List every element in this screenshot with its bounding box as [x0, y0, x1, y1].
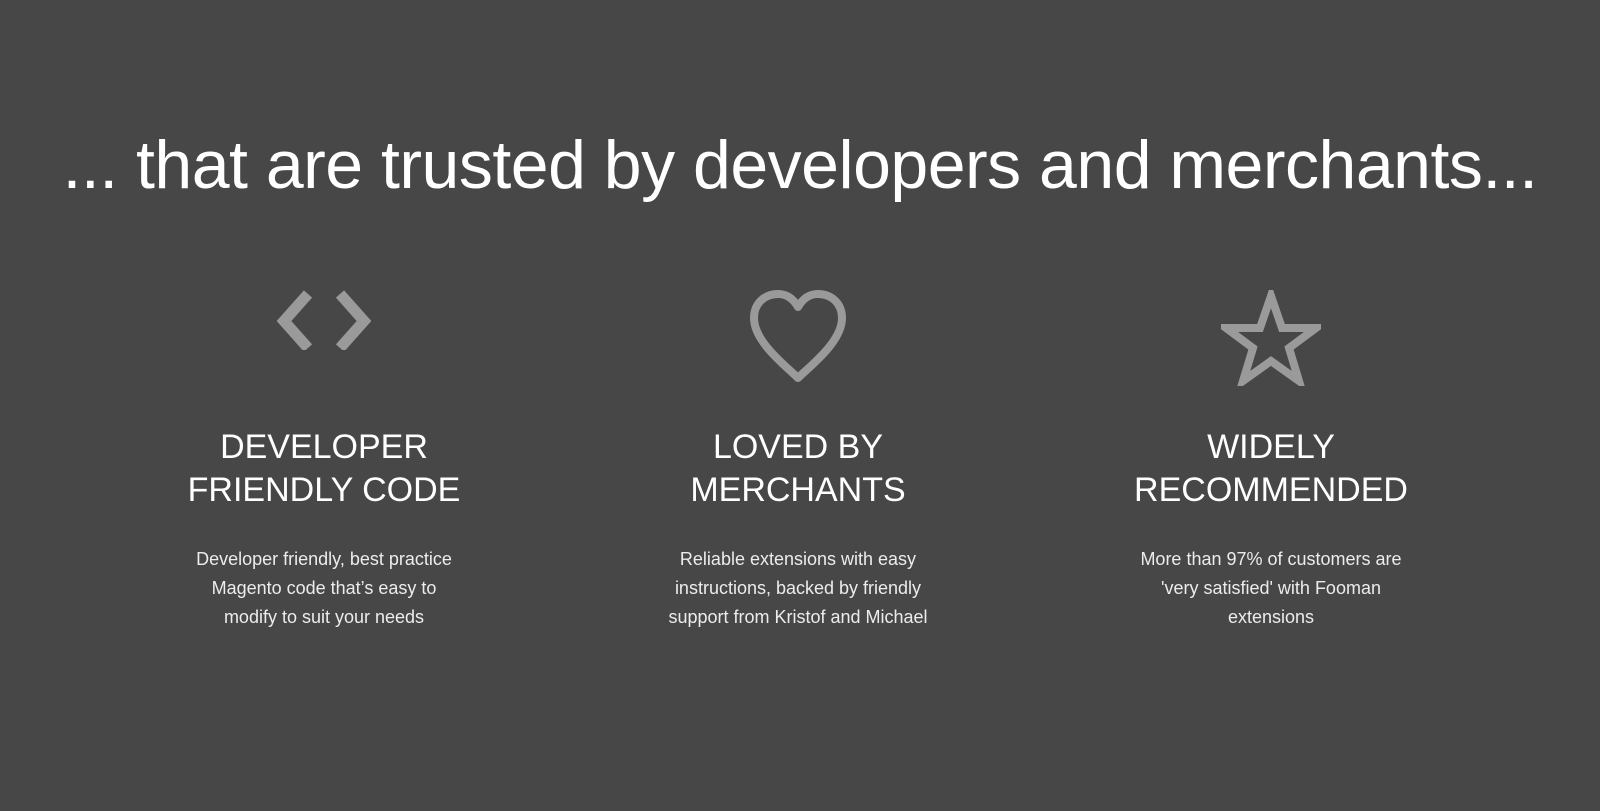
feature-title: WIDELY RECOMMENDED [1071, 426, 1471, 512]
feature-description-line: modify to suit your needs [223, 607, 425, 627]
feature-description-line: extensions [1227, 607, 1315, 627]
feature-developer-friendly: DEVELOPER FRIENDLY CODE Developer friend… [124, 290, 524, 627]
feature-description-line: More than 97% of customers are [1140, 549, 1402, 569]
feature-title-line: MERCHANTS [690, 471, 906, 509]
feature-description: More than 97% of customers are 'very sat… [1131, 545, 1411, 632]
feature-title-line: LOVED BY [712, 428, 884, 466]
feature-title: LOVED BY MERCHANTS [598, 426, 998, 512]
feature-description: Developer friendly, best practice Magent… [184, 545, 464, 632]
feature-description-line: Magento code that’s easy to [211, 578, 437, 598]
feature-description-line: 'very satisfied' with Fooman [1161, 578, 1381, 598]
trust-section: ... that are trusted by developers and m… [0, 0, 1600, 811]
feature-description-line: Developer friendly, best practice [196, 549, 452, 569]
star-icon [1071, 290, 1471, 390]
feature-title: DEVELOPER FRIENDLY CODE [124, 426, 524, 512]
feature-description-line: Reliable extensions with easy [679, 549, 917, 569]
feature-title-line: RECOMMENDED [1134, 471, 1408, 509]
feature-description-line: instructions, backed by friendly [674, 578, 922, 598]
feature-widely-recommended: WIDELY RECOMMENDED More than 97% of cust… [1071, 290, 1471, 627]
feature-title-line: WIDELY [1207, 428, 1335, 466]
heart-icon [598, 290, 998, 390]
feature-description-line: support from Kristof and Michael [668, 607, 928, 627]
feature-title-line: FRIENDLY CODE [187, 471, 461, 509]
section-headline: ... that are trusted by developers and m… [62, 127, 1538, 203]
code-brackets-icon [124, 290, 524, 390]
feature-loved-by-merchants: LOVED BY MERCHANTS Reliable extensions w… [598, 290, 998, 627]
feature-title-line: DEVELOPER [220, 428, 428, 466]
feature-description: Reliable extensions with easy instructio… [658, 545, 938, 632]
